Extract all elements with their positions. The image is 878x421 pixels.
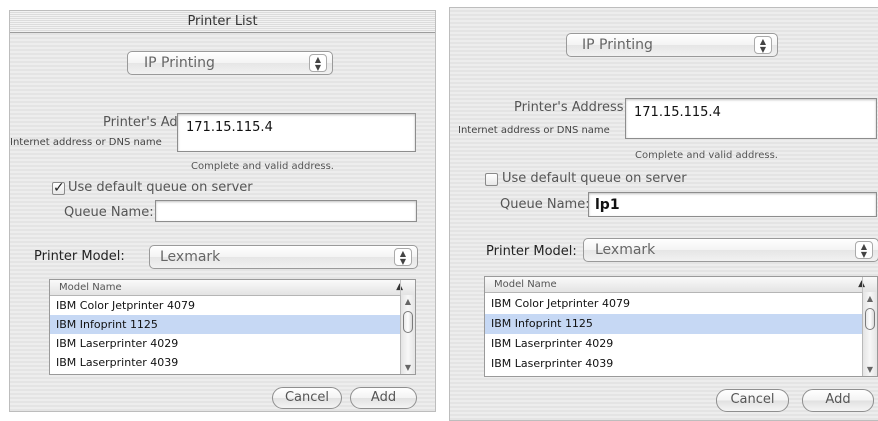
model-name-column-header[interactable]: Model Name: [494, 277, 557, 292]
updown-arrows-icon: ▲ ▼: [855, 241, 873, 259]
queue-name-field[interactable]: [155, 200, 417, 222]
list-item[interactable]: IBM Laserprinter 4029: [50, 334, 400, 353]
vertical-scrollbar[interactable]: ▲ ▼: [862, 292, 877, 376]
address-status-text: Complete and valid address.: [635, 150, 778, 161]
printer-model-popup[interactable]: Lexmark ▲ ▼: [583, 238, 878, 262]
printer-address-label: Printer's Address:: [514, 100, 628, 115]
window-title: Printer List: [187, 14, 258, 29]
window-titlebar[interactable]: Printer List: [10, 11, 435, 33]
default-queue-label: Use default queue on server: [68, 180, 253, 195]
model-list-header[interactable]: Model Name ▲: [485, 277, 877, 293]
model-list-header[interactable]: Model Name ▲: [50, 280, 415, 296]
queue-name-field[interactable]: lp1: [588, 192, 877, 217]
printer-address-sublabel: Internet address or DNS name: [10, 137, 162, 148]
header-separator: [400, 280, 415, 295]
checkmark-icon: ✓: [53, 180, 65, 196]
connection-type-value: IP Printing: [582, 37, 653, 53]
printer-model-value: Lexmark: [160, 249, 221, 265]
scroll-down-icon[interactable]: ▼: [401, 363, 415, 372]
list-item[interactable]: IBM Laserprinter 4039: [485, 354, 862, 374]
scroll-up-icon[interactable]: ▲: [401, 297, 415, 306]
printer-address-sublabel: Internet address or DNS name: [458, 125, 610, 136]
queue-name-value: lp1: [595, 197, 620, 213]
add-button[interactable]: Add: [802, 389, 874, 412]
scroll-up-icon[interactable]: ▲: [863, 294, 877, 303]
printer-address-field[interactable]: 171.15.115.4: [625, 98, 877, 139]
queue-name-label: Queue Name:: [500, 197, 590, 212]
printer-address-value: 171.15.115.4: [634, 105, 721, 120]
printer-model-popup[interactable]: Lexmark ▲ ▼: [149, 245, 418, 269]
list-item-selected[interactable]: IBM Infoprint 1125: [50, 315, 400, 334]
add-button[interactable]: Add: [350, 387, 417, 409]
printer-model-value: Lexmark: [595, 242, 656, 258]
printer-list-dialog-right: IP Printing ▲ ▼ Printer's Address: Intern…: [449, 7, 878, 421]
printer-model-label: Printer Model:: [486, 244, 577, 259]
model-name-column-header[interactable]: Model Name: [59, 280, 122, 295]
queue-name-label: Queue Name:: [64, 205, 154, 220]
list-item[interactable]: IBM Laserprinter 4029: [485, 334, 862, 354]
scrollbar-thumb[interactable]: [865, 308, 875, 330]
printer-model-label: Printer Model:: [34, 249, 125, 264]
default-queue-checkbox[interactable]: [485, 173, 498, 186]
updown-arrows-icon: ▲ ▼: [309, 54, 327, 72]
updown-arrows-icon: ▲ ▼: [754, 36, 772, 54]
default-queue-checkbox[interactable]: ✓: [52, 180, 65, 196]
list-item[interactable]: IBM Color Jetprinter 4079: [50, 296, 400, 315]
connection-type-popup[interactable]: IP Printing ▲ ▼: [127, 51, 333, 75]
scroll-down-icon[interactable]: ▼: [863, 365, 877, 374]
scrollbar-thumb[interactable]: [403, 311, 413, 333]
connection-type-popup[interactable]: IP Printing ▲ ▼: [566, 33, 778, 57]
printer-address-value: 171.15.115.4: [186, 120, 273, 135]
address-status-text: Complete and valid address.: [191, 161, 334, 172]
cancel-button[interactable]: Cancel: [272, 387, 342, 409]
printer-address-field[interactable]: 171.15.115.4: [177, 113, 416, 152]
model-list[interactable]: Model Name ▲ IBM Color Jetprinter 4079 I…: [49, 279, 416, 375]
updown-arrows-icon: ▲ ▼: [394, 248, 412, 266]
list-item-selected[interactable]: IBM Infoprint 1125: [485, 314, 862, 334]
vertical-scrollbar[interactable]: ▲ ▼: [400, 295, 415, 374]
list-item[interactable]: IBM Color Jetprinter 4079: [485, 294, 862, 314]
connection-type-value: IP Printing: [144, 55, 215, 71]
model-list[interactable]: Model Name ▲ IBM Color Jetprinter 4079 I…: [484, 276, 878, 377]
default-queue-label: Use default queue on server: [502, 171, 687, 186]
cancel-button[interactable]: Cancel: [716, 389, 789, 412]
list-item[interactable]: IBM Laserprinter 4039: [50, 353, 400, 372]
printer-list-dialog-left: Printer List IP Printing ▲ ▼ Printer's Ad…: [9, 10, 436, 412]
header-separator: [862, 277, 877, 292]
